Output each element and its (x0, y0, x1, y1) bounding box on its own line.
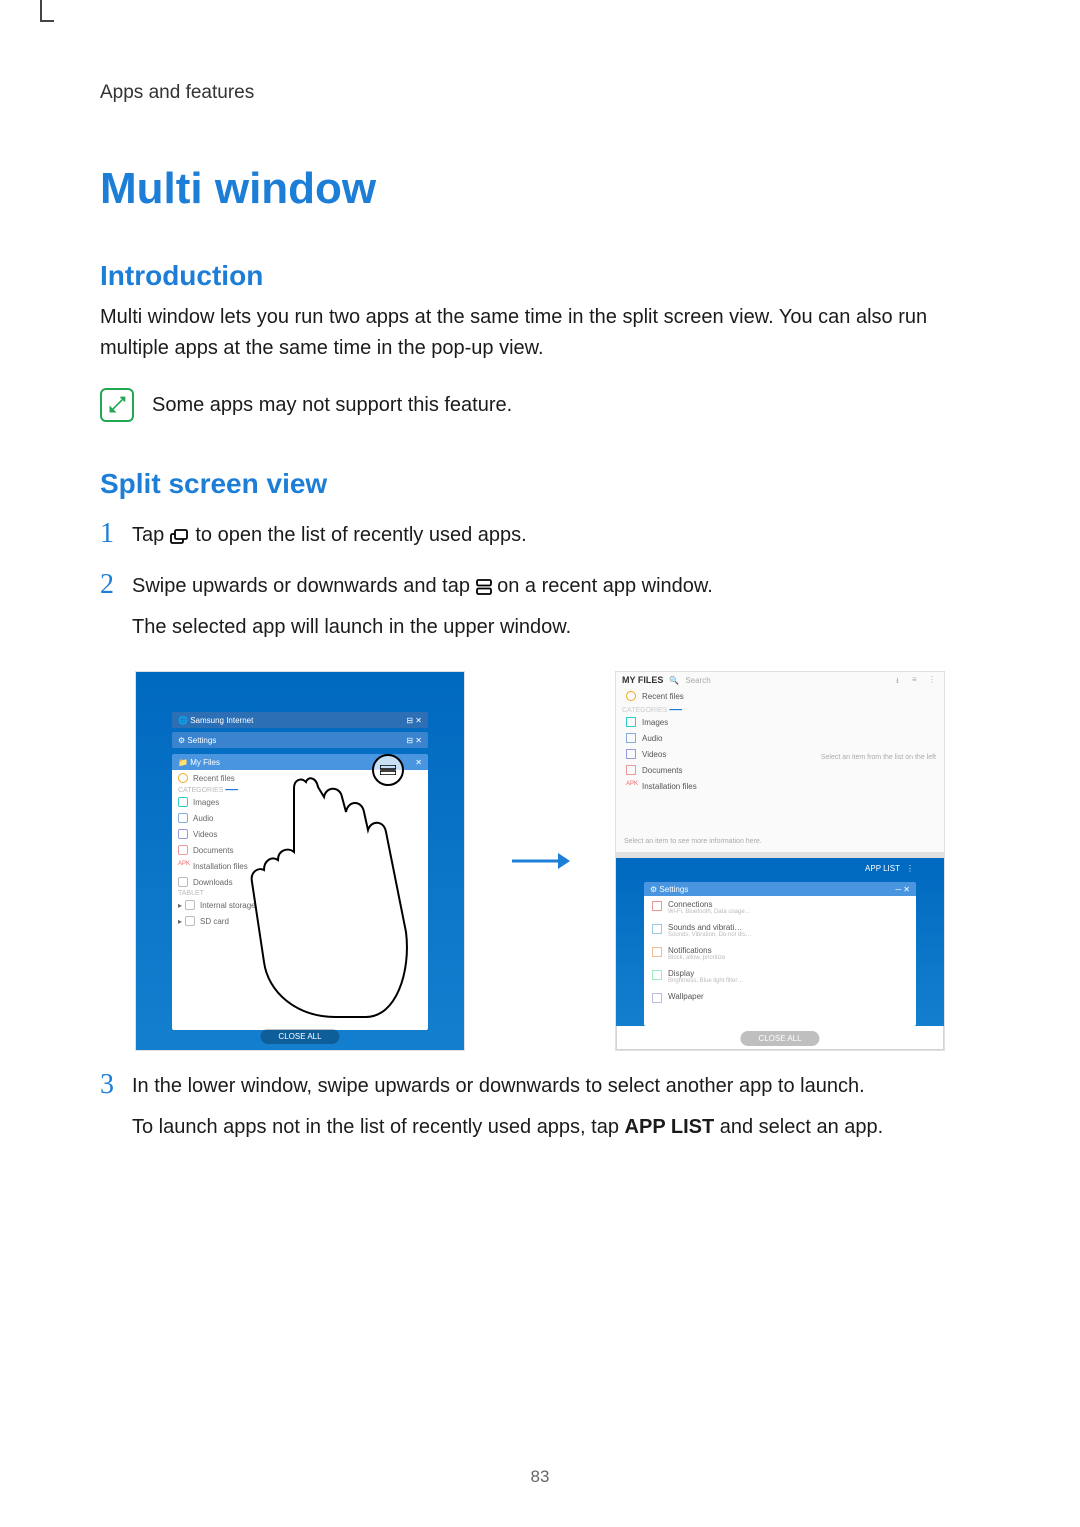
lp-cat: CATEGORIES (178, 787, 223, 794)
rp-r3: Notifications (668, 946, 725, 955)
step-3-sub-post: and select an app. (714, 1116, 883, 1138)
rp-r2-s: Sounds, Vibration, Do not dis… (668, 932, 752, 938)
rp-r1: Connections (668, 900, 751, 909)
hand-pointer-icon (246, 772, 416, 1022)
app-list-label: APP LIST⋮ (865, 864, 914, 873)
step-2: 2 Swipe upwards or downwards and tap on … (100, 571, 980, 643)
page-section-header: Apps and features (100, 82, 980, 104)
lp-sd: SD card (200, 917, 229, 926)
lp-audio: Audio (193, 814, 213, 823)
step-1: 1 Tap to open the list of recently used … (100, 520, 980, 551)
page-number: 83 (0, 1467, 1080, 1487)
rp-install: Installation files (642, 782, 697, 791)
close-all-right: CLOSE ALL (740, 1031, 819, 1046)
step-3: 3 In the lower window, swipe upwards or … (100, 1071, 980, 1143)
recent-card-1-title: Samsung Internet (190, 716, 253, 725)
rp-images: Images (642, 718, 668, 727)
rp-r4: Display (668, 969, 743, 978)
rp-card-title: Settings (659, 885, 688, 894)
step-3-sub-bold: APP LIST (625, 1116, 715, 1138)
arrow-icon (505, 849, 575, 873)
lp-images: Images (193, 798, 219, 807)
step-1-text-post: to open the list of recently used apps. (195, 524, 526, 546)
rp-apk: APK (626, 781, 636, 791)
rp-recent: Recent files (642, 692, 684, 701)
rp-r3-s: Block, allow, prioritize (668, 955, 725, 961)
close-all-left: CLOSE ALL (260, 1029, 339, 1044)
step-1-text-pre: Tap (132, 524, 170, 546)
rp-right-label: Select an item from the list on the left (821, 754, 936, 761)
figure-right-phone: MY FILES 🔍 Search ⭳≡⋮ Recent files CATEG… (615, 671, 945, 1051)
step-2-text-post: on a recent app window. (497, 575, 713, 597)
step-3-sub-pre: To launch apps not in the list of recent… (132, 1116, 625, 1138)
split-heading: Split screen view (100, 468, 980, 500)
recent-card-3-title: My Files (190, 758, 220, 767)
recent-card-settings: ⚙ Settings─ ✕ ConnectionsWi-Fi, Bluetoot… (644, 882, 916, 1026)
lp-videos: Videos (193, 830, 217, 839)
recent-card-1: 🌐 Samsung Internet⊟ ✕ (172, 712, 428, 728)
note-icon (100, 388, 134, 422)
crop-mark (40, 0, 54, 22)
rp-cat: CATEGORIES (622, 707, 667, 714)
lp-downloads: Downloads (193, 878, 233, 887)
split-screen-icon (476, 579, 492, 595)
rp-r4-s: Brightness, Blue light filter… (668, 978, 743, 984)
rp-audio: Audio (642, 734, 662, 743)
lp-install: Installation files (193, 862, 248, 871)
note-row: Some apps may not support this feature. (100, 388, 980, 422)
rp-r1-s: Wi-Fi, Bluetooth, Data usage… (668, 909, 751, 915)
recent-card-2-title: Settings (187, 736, 216, 745)
rp-hint: Select an item to see more information h… (624, 838, 762, 845)
rp-r2: Sounds and vibrati… (668, 923, 752, 932)
rp-title: MY FILES (622, 675, 663, 685)
intro-body: Multi window lets you run two apps at th… (100, 302, 980, 364)
note-text: Some apps may not support this feature. (152, 394, 512, 417)
step-2-text-pre: Swipe upwards or downwards and tap (132, 575, 476, 597)
figure-split-screen: 🌐 Samsung Internet⊟ ✕ ⚙ Settings⊟ ✕ 📁 My… (100, 671, 980, 1051)
step-3-number: 3 (100, 1071, 132, 1099)
rp-documents: Documents (642, 766, 682, 775)
intro-heading: Introduction (100, 260, 980, 292)
lp-documents: Documents (193, 846, 233, 855)
step-3-text: In the lower window, swipe upwards or do… (132, 1075, 865, 1097)
page-title: Multi window (100, 164, 980, 214)
lp-recent: Recent files (193, 774, 235, 783)
rp-videos: Videos (642, 750, 666, 759)
rp-search: Search (685, 676, 890, 685)
step-2-sub: The selected app will launch in the uppe… (132, 612, 980, 643)
step-2-number: 2 (100, 571, 132, 599)
recent-card-2: ⚙ Settings⊟ ✕ (172, 732, 428, 748)
recents-icon (170, 528, 190, 544)
step-1-number: 1 (100, 520, 132, 548)
rp-r5: Wallpaper (668, 992, 704, 1001)
figure-left-phone: 🌐 Samsung Internet⊟ ✕ ⚙ Settings⊟ ✕ 📁 My… (135, 671, 465, 1051)
